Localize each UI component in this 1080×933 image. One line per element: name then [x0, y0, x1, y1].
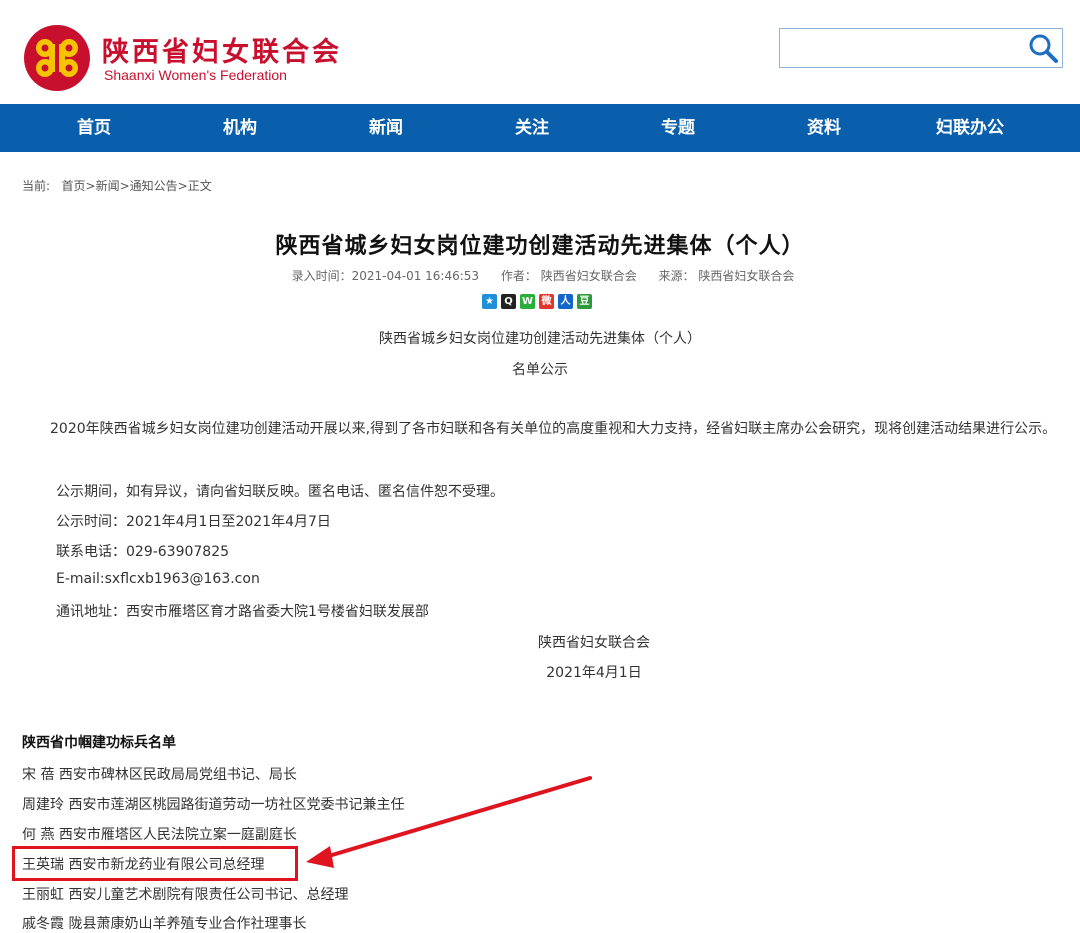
nav-item-news[interactable]: 新闻 [313, 104, 459, 152]
notice-line-phone: 联系电话：029-63907825 [56, 544, 230, 560]
wechat-share-icon[interactable]: W [520, 294, 535, 309]
breadcrumb-separator: > [85, 179, 96, 193]
federation-emblem-icon[interactable] [22, 24, 92, 92]
article-paragraph: 2020年陕西省城乡妇女岗位建功创建活动开展以来,得到了各市妇联和各有关单位的高… [50, 421, 1057, 437]
nav-item-topics[interactable]: 专题 [605, 104, 751, 152]
list-item: 王丽虹 西安儿童艺术剧院有限责任公司书记、总经理 [22, 887, 349, 903]
notice-heading: 名单公示 [512, 362, 568, 378]
breadcrumb: 当前: 首页>新闻>通知公告>正文 [22, 177, 212, 194]
breadcrumb-separator: > [119, 179, 130, 193]
breadcrumb-prefix: 当前: [22, 179, 51, 193]
breadcrumb-separator: > [177, 179, 188, 193]
nav-item-organization[interactable]: 机构 [167, 104, 313, 152]
nav-item-office[interactable]: 妇联办公 [897, 104, 1043, 152]
nav-item-resources[interactable]: 资料 [751, 104, 897, 152]
article-subtitle: 陕西省城乡妇女岗位建功创建活动先进集体（个人） [379, 331, 701, 347]
renren-share-icon[interactable]: 人 [558, 294, 573, 309]
site-header: 陕西省妇女联合会 Shaanxi Women's Federation [0, 0, 1080, 104]
article-source: 来源： 陕西省妇女联合会 [658, 269, 795, 283]
nav-item-home[interactable]: 首页 [21, 104, 167, 152]
list-title: 陕西省巾帼建功标兵名单 [22, 735, 176, 751]
signature: 陕西省妇女联合会 [538, 635, 650, 651]
highlight-box [12, 846, 298, 881]
article-meta: 录入时间：2021-04-01 16:46:53 作者： 陕西省妇女联合会 来源… [0, 267, 1080, 284]
notice-line-address: 通讯地址：西安市雁塔区育才路省委大院1号楼省妇联发展部 [56, 604, 429, 620]
list-item: 戚冬霞 陇县萧康奶山羊养殖专业合作社理事长 [22, 916, 307, 932]
annotation-arrow-icon [306, 776, 592, 868]
search-input[interactable] [784, 33, 1028, 65]
site-logo-subtitle: Shaanxi Women's Federation [104, 67, 287, 83]
article-title: 陕西省城乡妇女岗位建功创建活动先进集体（个人） [275, 234, 805, 259]
breadcrumb-current: 正文 [187, 179, 212, 193]
site-logo-title[interactable]: 陕西省妇女联合会 [102, 30, 342, 69]
qzone-share-icon[interactable]: ★ [482, 294, 497, 309]
breadcrumb-news[interactable]: 新闻 [96, 179, 120, 193]
article-time: 录入时间：2021-04-01 16:46:53 [291, 269, 480, 283]
douban-share-icon[interactable]: 豆 [577, 294, 592, 309]
list-item: 何 燕 西安市雁塔区人民法院立案一庭副庭长 [22, 827, 297, 843]
breadcrumb-notices[interactable]: 通知公告 [130, 179, 178, 193]
nav-item-focus[interactable]: 关注 [459, 104, 605, 152]
qq-share-icon[interactable]: Q [501, 294, 516, 309]
article-author: 作者： 陕西省妇女联合会 [500, 269, 637, 283]
notice-line-objection: 公示期间，如有异议，请向省妇联反映。匿名电话、匿名信件恕不受理。 [56, 484, 504, 500]
weibo-share-icon[interactable]: 微 [539, 294, 554, 309]
notice-line-period: 公示时间：2021年4月1日至2021年4月7日 [56, 514, 331, 530]
search-icon[interactable] [1026, 31, 1060, 65]
search-box [779, 28, 1063, 68]
notice-line-email[interactable]: E-mail:sxflcxb1963@163.con [56, 571, 260, 587]
signature-date: 2021年4月1日 [546, 665, 642, 681]
main-nav: 首页 机构 新闻 关注 专题 资料 妇联办公 [0, 104, 1080, 152]
breadcrumb-home[interactable]: 首页 [62, 179, 86, 193]
list-item: 宋 蓓 西安市碑林区民政局局党组书记、局长 [22, 767, 297, 783]
